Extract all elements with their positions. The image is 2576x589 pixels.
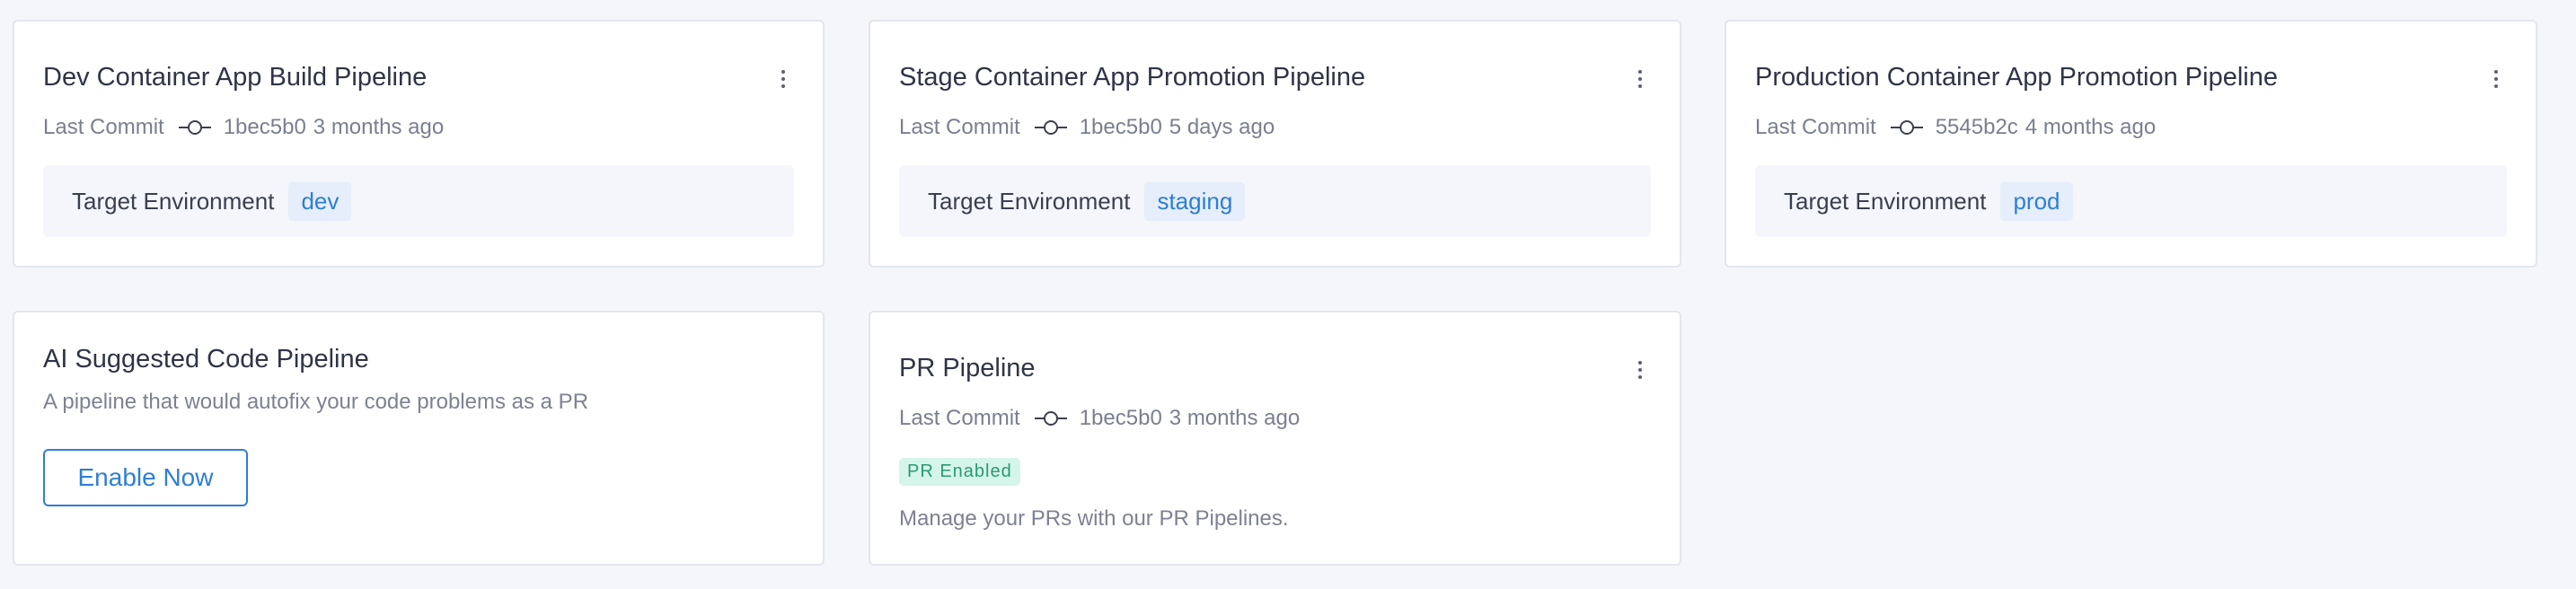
last-commit: Last Commit 1bec5b0 3 months ago [43, 115, 444, 140]
git-commit-icon [1034, 120, 1067, 135]
commit-time: 3 months ago [313, 115, 445, 139]
pr-enabled-badge: PR Enabled [899, 458, 1020, 486]
target-environment: Target Environment dev [43, 165, 794, 237]
pipeline-title[interactable]: Production Container App Promotion Pipel… [1755, 63, 2278, 92]
pipeline-card-stage[interactable]: Stage Container App Promotion Pipeline L… [869, 20, 1681, 268]
pipeline-title[interactable]: Stage Container App Promotion Pipeline [899, 63, 1365, 92]
target-environment: Target Environment prod [1755, 165, 2507, 237]
pipeline-title[interactable]: PR Pipeline [899, 354, 1036, 383]
ai-pipeline-description: A pipeline that would autofix your code … [43, 390, 589, 414]
environment-badge: prod [2000, 181, 2073, 221]
pipeline-card-dev[interactable]: Dev Container App Build Pipeline Last Co… [13, 20, 825, 268]
git-commit-icon [178, 120, 211, 135]
target-environment-label: Target Environment [928, 187, 1131, 215]
commit-hash[interactable]: 1bec5b0 [1080, 115, 1162, 140]
more-vertical-icon[interactable] [1629, 354, 1651, 386]
environment-badge: staging [1144, 181, 1246, 221]
commit-time: 5 days ago [1169, 115, 1275, 139]
more-vertical-icon[interactable] [2485, 63, 2507, 95]
pipeline-card-pr[interactable]: PR Pipeline Last Commit 1bec5b0 3 months… [869, 311, 1681, 566]
last-commit: Last Commit 5545b2c 4 months ago [1755, 115, 2156, 140]
ai-suggested-pipeline-card: AI Suggested Code Pipeline A pipeline th… [13, 311, 825, 566]
last-commit-label: Last Commit [43, 115, 164, 139]
pr-pipeline-description: Manage your PRs with our PR Pipelines. [899, 506, 1289, 531]
last-commit-label: Last Commit [899, 406, 1020, 430]
commit-hash[interactable]: 1bec5b0 [1080, 406, 1162, 431]
last-commit: Last Commit 1bec5b0 3 months ago [899, 406, 1300, 431]
target-environment: Target Environment staging [899, 165, 1651, 237]
last-commit-label: Last Commit [899, 115, 1020, 139]
pipeline-card-production[interactable]: Production Container App Promotion Pipel… [1725, 20, 2537, 268]
last-commit: Last Commit 1bec5b0 5 days ago [899, 115, 1275, 140]
target-environment-label: Target Environment [1784, 187, 1987, 215]
enable-now-button[interactable]: Enable Now [43, 449, 248, 506]
git-commit-icon [1034, 411, 1067, 426]
environment-badge: dev [288, 181, 352, 221]
commit-time: 4 months ago [2025, 115, 2157, 139]
last-commit-label: Last Commit [1755, 115, 1876, 139]
commit-hash[interactable]: 5545b2c [1936, 115, 2018, 140]
ai-pipeline-title: AI Suggested Code Pipeline [43, 345, 369, 374]
commit-time: 3 months ago [1169, 406, 1301, 430]
more-vertical-icon[interactable] [772, 63, 794, 95]
commit-hash[interactable]: 1bec5b0 [224, 115, 306, 140]
target-environment-label: Target Environment [72, 187, 275, 215]
git-commit-icon [1890, 120, 1923, 135]
more-vertical-icon[interactable] [1629, 63, 1651, 95]
pipeline-title[interactable]: Dev Container App Build Pipeline [43, 63, 427, 92]
